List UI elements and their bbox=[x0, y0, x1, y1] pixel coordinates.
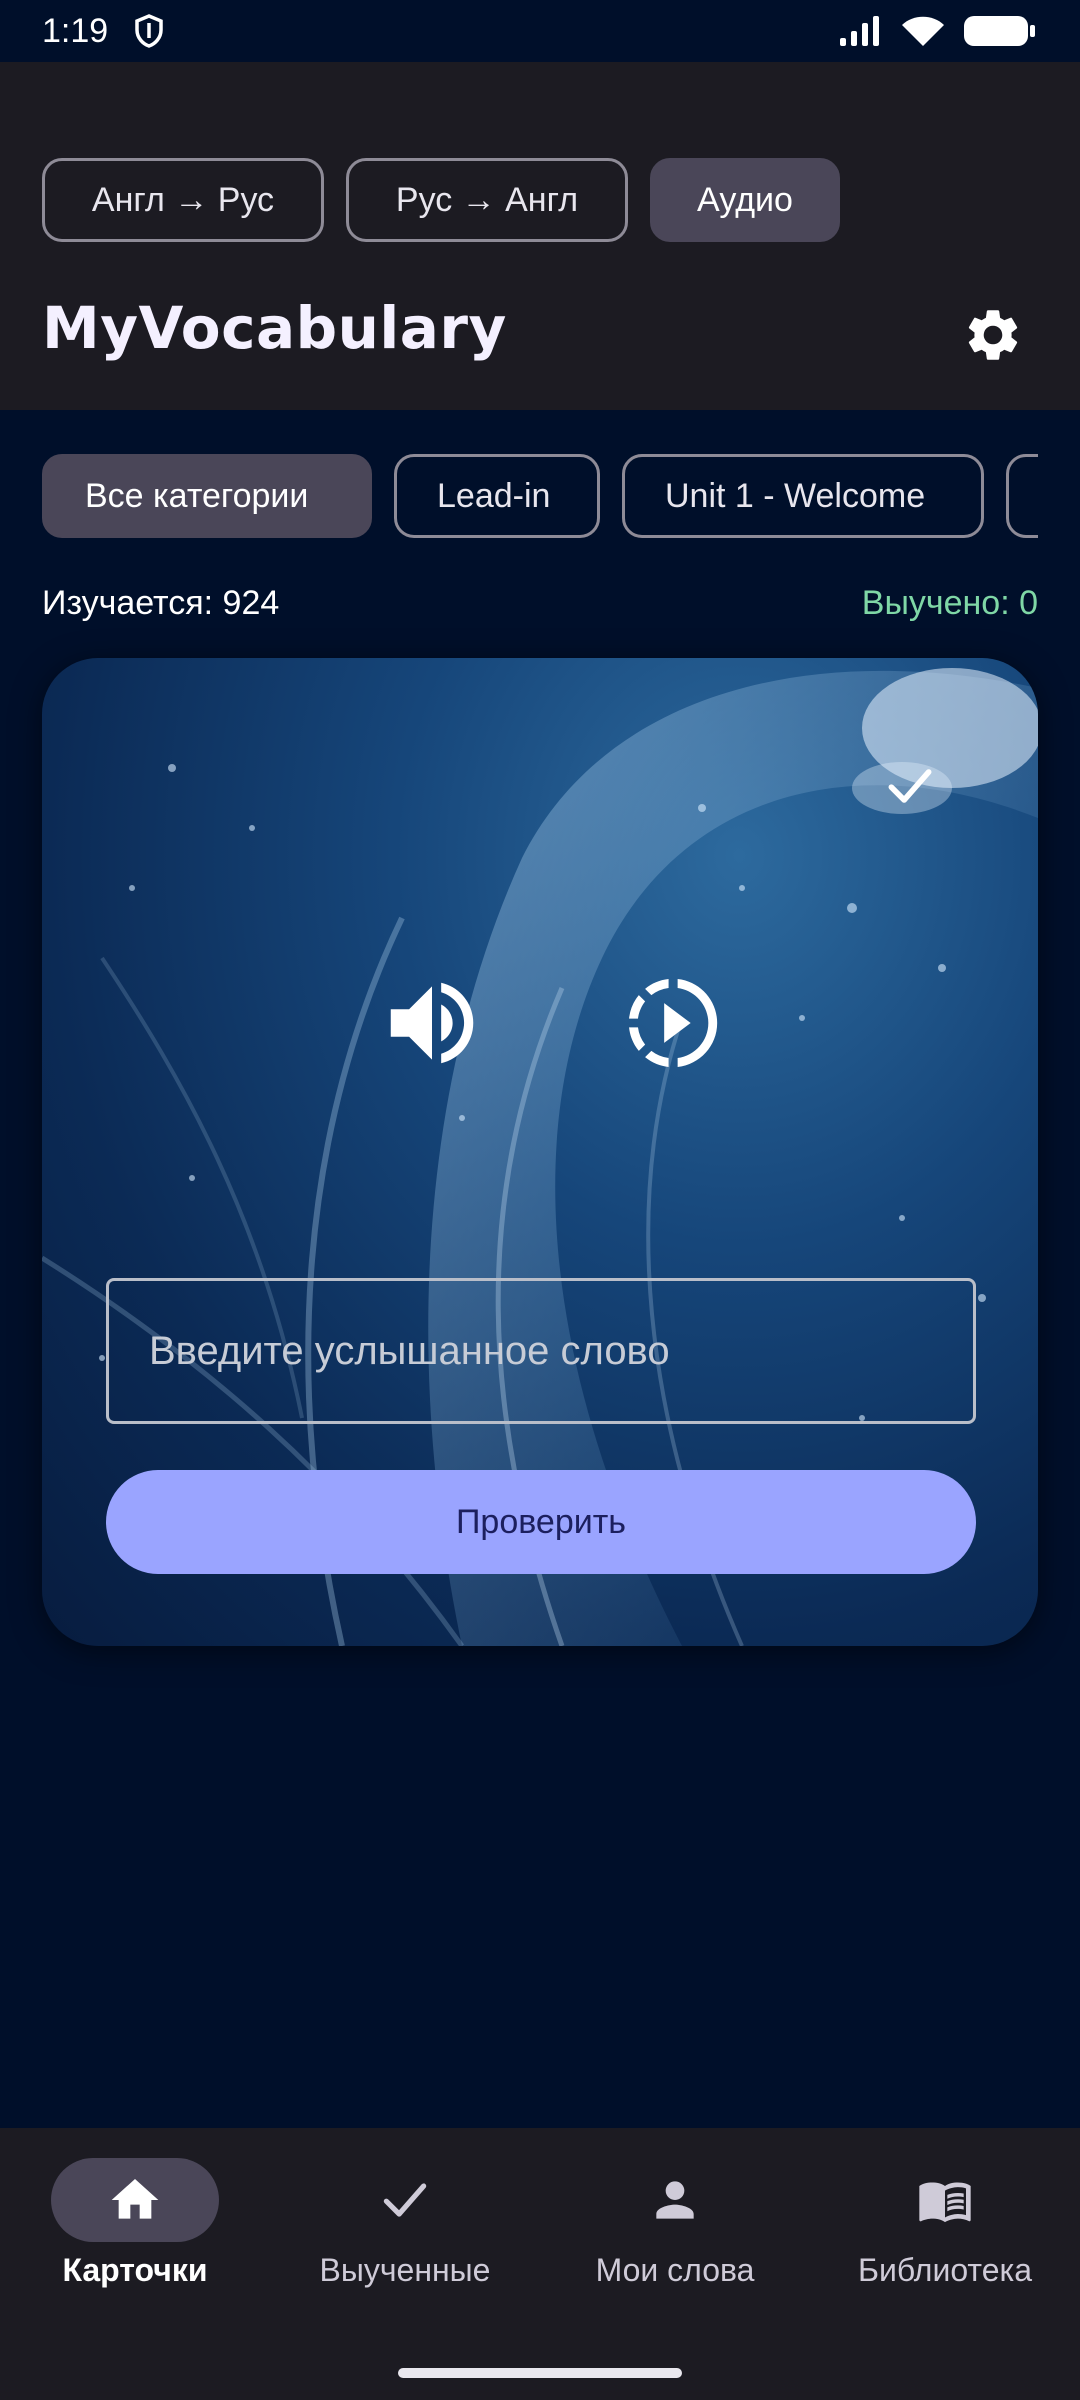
nav-active-indicator bbox=[51, 2158, 219, 2242]
signal-icon bbox=[840, 16, 879, 46]
stats-row: Изучается: 924 Выучено: 0 bbox=[42, 584, 1038, 623]
audio-card: Проверить bbox=[42, 658, 1038, 1646]
category-lead-in[interactable]: Lead-in bbox=[394, 454, 600, 538]
check-button[interactable]: Проверить bbox=[106, 1470, 976, 1574]
nav-item-my-words[interactable]: Мои слова bbox=[540, 2128, 810, 2400]
shield-icon bbox=[135, 14, 163, 48]
category-chips: Все категории Lead-in Unit 1 - Welcome bbox=[42, 454, 1038, 538]
nav-label-my-words: Мои слова bbox=[595, 2252, 755, 2288]
nav-label-library: Библиотека bbox=[858, 2252, 1032, 2288]
gear-icon[interactable] bbox=[962, 304, 1024, 366]
status-left: 1:19 bbox=[42, 12, 164, 51]
home-indicator[interactable] bbox=[398, 2368, 682, 2378]
app-header: Англ → Рус Рус → Англ Аудио MyVocabulary bbox=[0, 62, 1080, 410]
learned-count: Выучено: 0 bbox=[861, 584, 1038, 622]
tab-audio[interactable]: Аудио bbox=[650, 158, 840, 242]
answer-input[interactable] bbox=[106, 1278, 976, 1424]
speaker-icon[interactable] bbox=[377, 968, 487, 1078]
nav-item-library[interactable]: Библиотека bbox=[810, 2128, 1080, 2400]
nav-pill bbox=[861, 2158, 1029, 2242]
app-title: MyVocabulary bbox=[42, 294, 507, 362]
tab-eng-rus[interactable]: Англ → Рус bbox=[42, 158, 324, 242]
battery-icon bbox=[964, 16, 1035, 46]
nav-pill bbox=[321, 2158, 489, 2242]
person-icon bbox=[656, 2181, 694, 2219]
check-icon bbox=[383, 2183, 427, 2217]
category-all[interactable]: Все категории bbox=[42, 454, 372, 538]
tab-rus-eng[interactable]: Рус → Англ bbox=[346, 158, 628, 242]
status-right bbox=[838, 14, 1038, 48]
nav-pill bbox=[591, 2158, 759, 2242]
nav-item-learned[interactable]: Выученные bbox=[270, 2128, 540, 2400]
slow-play-icon[interactable] bbox=[620, 970, 726, 1076]
nav-item-cards[interactable]: Карточки bbox=[0, 2128, 270, 2400]
wifi-icon bbox=[902, 16, 944, 46]
category-unit-1[interactable]: Unit 1 - Welcome bbox=[622, 454, 984, 538]
bottom-nav: Карточки Выученные Мои слова Библиотека bbox=[0, 2128, 1080, 2400]
status-time: 1:19 bbox=[42, 11, 109, 50]
nav-label-learned: Выученные bbox=[319, 2252, 491, 2288]
mode-tabs: Англ → Рус Рус → Англ Аудио bbox=[42, 158, 840, 242]
category-next[interactable] bbox=[1006, 454, 1038, 538]
home-icon bbox=[111, 2179, 159, 2219]
book-icon bbox=[919, 2182, 971, 2223]
status-bar: 1:19 bbox=[0, 0, 1080, 62]
check-icon[interactable] bbox=[882, 758, 938, 814]
learning-count: Изучается: 924 bbox=[42, 584, 280, 622]
nav-label-cards: Карточки bbox=[62, 2252, 208, 2288]
